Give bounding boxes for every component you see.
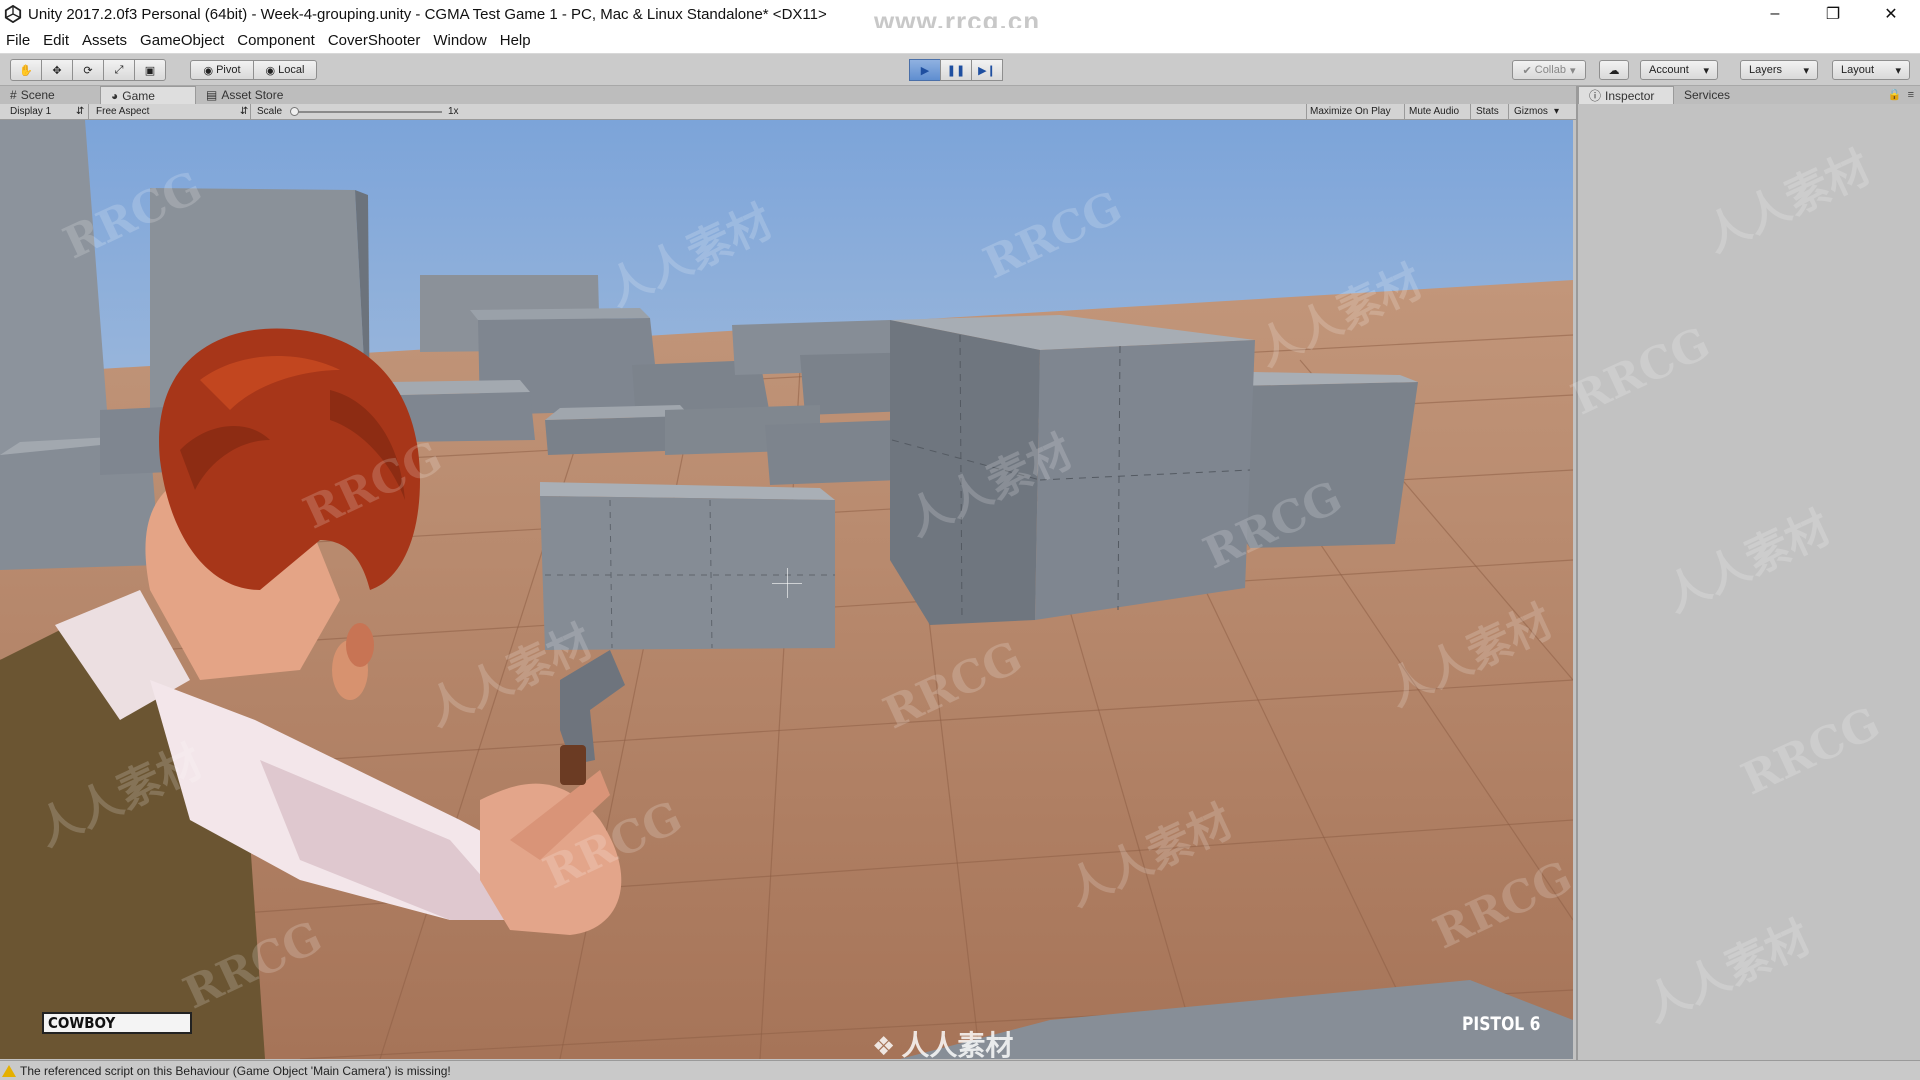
warning-icon bbox=[2, 1064, 16, 1077]
chevron-updown-icon: ⇵ bbox=[240, 106, 249, 117]
tab-scene[interactable]: # Scene bbox=[0, 86, 100, 104]
watermark: 人人素材 bbox=[1657, 501, 1839, 623]
divider bbox=[1508, 104, 1509, 120]
move-tool-button[interactable]: ✥ bbox=[41, 59, 73, 81]
menu-component[interactable]: Component bbox=[237, 32, 315, 49]
toolbar: ✋ ✥ ⟳ ⤢ ▣ ◉ Pivot ◉ Local ▶ ❚❚ ▶❙ ✔ Collab ▾… bbox=[0, 54, 1920, 86]
big-right-box bbox=[890, 315, 1255, 625]
close-button[interactable]: ✕ bbox=[1862, 0, 1920, 28]
pause-icon: ❚❚ bbox=[946, 64, 966, 77]
play-button[interactable]: ▶ bbox=[909, 59, 941, 81]
scale-label: Scale bbox=[257, 106, 283, 117]
hand-tool-button[interactable]: ✋ bbox=[10, 59, 42, 81]
mute-audio-toggle[interactable]: Mute Audio bbox=[1409, 106, 1459, 117]
cloud-icon: ☁ bbox=[1608, 64, 1620, 77]
hand-icon: ✋ bbox=[19, 64, 33, 77]
chevron-down-icon: ▾ bbox=[1803, 64, 1809, 77]
watermark: RRCG bbox=[1564, 317, 1718, 426]
chevron-updown-icon: ⇵ bbox=[76, 106, 85, 117]
chevron-down-icon: ▾ bbox=[1703, 64, 1709, 77]
game-view-controls: Display 1 ⇵ Free Aspect ⇵ Scale 1x Maxim… bbox=[0, 104, 1576, 120]
tab-game[interactable]: ◕ Game bbox=[100, 86, 196, 104]
divider bbox=[1404, 104, 1405, 120]
menu-gameobject[interactable]: GameObject bbox=[140, 32, 224, 49]
scale-value: 1x bbox=[448, 106, 459, 117]
step-icon: ▶❙ bbox=[978, 64, 996, 77]
menu-icon[interactable]: ≡ bbox=[1908, 86, 1914, 104]
layout-dropdown[interactable]: Layout ▾ bbox=[1832, 60, 1910, 80]
rotate-tool-button[interactable]: ⟳ bbox=[72, 59, 104, 81]
tab-asset-store[interactable]: ▤ Asset Store bbox=[196, 86, 316, 104]
divider bbox=[250, 104, 251, 120]
weapon-label: PISTOL 6 bbox=[1462, 1013, 1541, 1035]
status-message: The referenced script on this Behaviour … bbox=[20, 1063, 451, 1078]
chevron-down-icon: ▾ bbox=[1895, 64, 1901, 77]
game-viewport[interactable]: RRCG 人人素材 RRCG 人人素材 RRCG 人人素材 RRCG 人人素材 … bbox=[0, 120, 1573, 1059]
scale-slider-track[interactable] bbox=[292, 111, 442, 113]
transform-tools: ✋ ✥ ⟳ ⤢ ▣ bbox=[10, 59, 166, 81]
play-controls: ▶ ❚❚ ▶❙ bbox=[909, 59, 1003, 81]
watermark: 人人素材 bbox=[1697, 141, 1879, 263]
cloud-button[interactable]: ☁ bbox=[1599, 60, 1629, 80]
divider bbox=[88, 104, 89, 120]
store-icon: ▤ bbox=[206, 88, 218, 102]
rect-tool-button[interactable]: ▣ bbox=[134, 59, 166, 81]
view-tabs: # Scene ◕ Game ▤ Asset Store bbox=[0, 86, 1576, 104]
aspect-select[interactable]: Free Aspect bbox=[96, 106, 149, 117]
layers-dropdown[interactable]: Layers ▾ bbox=[1740, 60, 1818, 80]
menu-help[interactable]: Help bbox=[500, 32, 531, 49]
divider bbox=[1470, 104, 1471, 120]
check-icon: ✔ bbox=[1522, 64, 1532, 77]
divider bbox=[1306, 104, 1307, 120]
collab-button[interactable]: ✔ Collab ▾ bbox=[1512, 60, 1586, 80]
pacman-icon: ◕ bbox=[111, 88, 119, 103]
pivot-button[interactable]: ◉ Pivot bbox=[190, 60, 254, 80]
chevron-down-icon: ▾ bbox=[1569, 64, 1576, 77]
watermark: 人人素材 bbox=[1637, 911, 1819, 1033]
chevron-down-icon: ▾ bbox=[1554, 106, 1560, 117]
scale-tool-button[interactable]: ⤢ bbox=[103, 59, 135, 81]
menu-window[interactable]: Window bbox=[433, 32, 486, 49]
stats-toggle[interactable]: Stats bbox=[1476, 106, 1499, 117]
menu-file[interactable]: File bbox=[6, 32, 30, 49]
scale-slider-handle[interactable] bbox=[290, 107, 299, 116]
menu-bar: File Edit Assets GameObject Component Co… bbox=[0, 28, 1920, 54]
display-select[interactable]: Display 1 bbox=[10, 106, 51, 117]
watermark: RRCG bbox=[1734, 697, 1888, 806]
rect-icon: ▣ bbox=[144, 64, 156, 77]
maximize-on-play-toggle[interactable]: Maximize On Play bbox=[1310, 106, 1391, 117]
pivot-icon: ◉ bbox=[203, 64, 214, 77]
local-icon: ◉ bbox=[265, 64, 276, 77]
minimize-button[interactable]: – bbox=[1746, 0, 1804, 28]
step-button[interactable]: ▶❙ bbox=[971, 59, 1003, 81]
play-icon: ▶ bbox=[920, 64, 930, 77]
move-icon: ✥ bbox=[52, 64, 62, 77]
center-box bbox=[540, 482, 835, 650]
status-bar[interactable]: The referenced script on this Behaviour … bbox=[0, 1060, 1920, 1080]
rrcg-logo-icon: ❖ bbox=[872, 1031, 896, 1059]
account-dropdown[interactable]: Account ▾ bbox=[1640, 60, 1718, 80]
lock-icon[interactable]: 🔒 bbox=[1888, 86, 1902, 104]
crosshair bbox=[772, 568, 802, 598]
tab-inspector[interactable]: ⓘ Inspector bbox=[1578, 86, 1674, 104]
rotate-icon: ⟳ bbox=[83, 64, 93, 77]
info-icon: ⓘ bbox=[1589, 89, 1602, 103]
menu-edit[interactable]: Edit bbox=[43, 32, 69, 49]
title-bar: Unity 2017.2.0f3 Personal (64bit) - Week… bbox=[0, 0, 1920, 36]
scale-icon: ⤢ bbox=[114, 63, 124, 76]
gizmos-dropdown[interactable]: Gizmos bbox=[1514, 106, 1548, 117]
character-name-label: COWBOY bbox=[42, 1012, 192, 1034]
tab-services[interactable]: Services bbox=[1674, 86, 1754, 104]
window-title: Unity 2017.2.0f3 Personal (64bit) - Week… bbox=[28, 5, 827, 23]
local-button[interactable]: ◉ Local bbox=[253, 60, 317, 80]
pause-button[interactable]: ❚❚ bbox=[940, 59, 972, 81]
unity-logo-icon bbox=[4, 5, 22, 23]
watermark-logo: ❖ 人人素材 bbox=[872, 1030, 1014, 1059]
restore-button[interactable]: ❐ bbox=[1804, 0, 1862, 28]
menu-assets[interactable]: Assets bbox=[82, 32, 127, 49]
inspector-panel: ⓘ Inspector Services 🔒 ≡ 人人素材 RRCG 人人素材 R… bbox=[1564, 86, 1920, 1060]
grid-icon: # bbox=[10, 88, 17, 102]
menu-covershooter[interactable]: CoverShooter bbox=[328, 32, 421, 49]
